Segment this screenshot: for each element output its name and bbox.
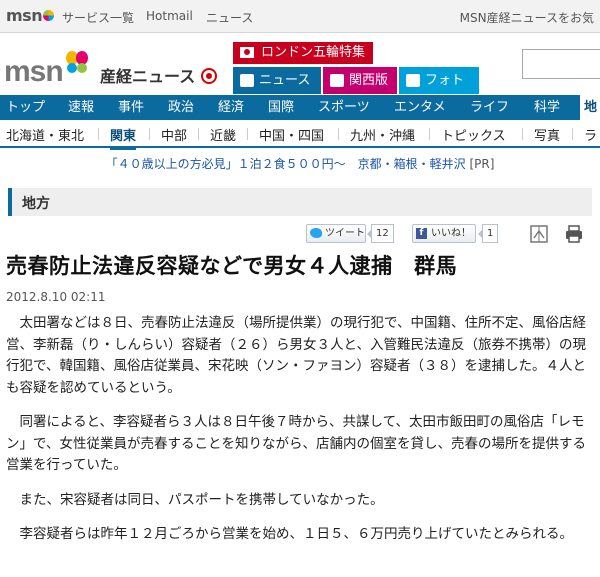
subnav-hokkaido-tohoku[interactable]: 北海道・東北 xyxy=(6,125,84,144)
article-headline: 売春防止法違反容疑などで男女４人逮捕 群馬 xyxy=(6,254,458,278)
camera-icon xyxy=(406,74,420,87)
search-input[interactable] xyxy=(522,49,600,79)
tweet-count: 12 xyxy=(367,224,394,243)
subnav-photo[interactable]: 写真 xyxy=(534,125,560,144)
divider xyxy=(338,128,339,140)
tab-photo[interactable]: フォト xyxy=(399,67,479,94)
promo-banner: 「４０歳以上の方必見」１泊２食５００円～ 京都・箱根・軽井沢 [PR] xyxy=(0,155,600,172)
tweet-button[interactable]: ツイート xyxy=(306,224,366,243)
section-title: 地方 xyxy=(22,196,50,212)
divider xyxy=(522,128,523,140)
olympics-special-link[interactable]: ロンドン五輪特集 xyxy=(233,42,373,64)
flag-icon xyxy=(240,47,254,58)
divider xyxy=(198,128,199,140)
nav-sports[interactable]: スポーツ xyxy=(318,95,370,120)
nav-seiji[interactable]: 政治 xyxy=(168,95,194,120)
main-nav: トップ 速報 事件 政治 経済 国際 スポーツ エンタメ ライフ 科学 地 xyxy=(0,95,600,120)
sankei-news-wordmark: 産経ニュース xyxy=(100,63,217,87)
subnav-chugoku-shikoku[interactable]: 中国・四国 xyxy=(259,125,324,144)
subnav-topics[interactable]: トピックス xyxy=(441,125,506,144)
facebook-icon: f xyxy=(416,228,427,239)
article-date: 2012.8.10 02:11 xyxy=(6,290,106,304)
divider xyxy=(429,128,430,140)
divider xyxy=(572,128,573,140)
nav-keizai[interactable]: 経済 xyxy=(218,95,244,120)
tab-kansai[interactable]: 関西版 xyxy=(323,67,397,94)
article-paragraph: 李容疑者らは昨年１２月ごろから営業を始め、１日５、６万円売り上げていたとみられる… xyxy=(19,526,574,542)
nav-entame[interactable]: エンタメ xyxy=(394,95,446,120)
bookmark-icon[interactable] xyxy=(528,223,550,245)
site-name-text: MSN産経ニュースをお気 xyxy=(459,11,594,25)
nav-top[interactable]: トップ xyxy=(6,95,45,120)
subnav-chubu[interactable]: 中部 xyxy=(161,125,187,144)
twitter-bird-icon xyxy=(310,228,322,238)
document-icon xyxy=(330,74,344,87)
newspaper-icon xyxy=(240,74,254,87)
subnav-kinki[interactable]: 近畿 xyxy=(210,125,236,144)
nav-kagaku[interactable]: 科学 xyxy=(534,95,560,120)
facebook-like-button[interactable]: f いいね！ xyxy=(412,224,476,243)
article-paragraph: 太田署などは８日、売春防止法違反（場所提供業）の現行犯で、中国籍、住所不定、風俗… xyxy=(6,315,586,396)
msn-logo-small[interactable]: msn xyxy=(6,6,55,25)
subnav-kanto[interactable]: 関東 xyxy=(110,125,137,150)
regional-sub-nav: 北海道・東北 関東 中部 近畿 中国・四国 九州・沖縄 トピックス 写真 ラ xyxy=(0,120,600,150)
top-utility-bar: msn サービス一覧 Hotmail ニュース MSN産経ニュースをお気 xyxy=(0,0,600,33)
section-header: 地方 xyxy=(8,188,592,216)
nav-life[interactable]: ライフ xyxy=(470,95,509,120)
subnav-more[interactable]: ラ xyxy=(584,125,597,144)
article-paragraph: また、宋容疑者は同日、パスポートを携帯していなかった。 xyxy=(19,491,384,508)
nav-kokusai[interactable]: 国際 xyxy=(268,95,294,120)
like-count: 1 xyxy=(477,224,499,243)
nav-chiho[interactable]: 地 xyxy=(580,95,600,120)
article-paragraph: 同署によると、李容疑者ら３人は８日午後７時から、共謀して、太田市飯田町の風俗店「… xyxy=(6,414,586,473)
nav-jiken[interactable]: 事件 xyxy=(118,95,144,120)
link-hotmail[interactable]: Hotmail xyxy=(146,9,193,23)
promo-link[interactable]: 「４０歳以上の方必見」１泊２食５００円～ 京都・箱根・軽井沢 xyxy=(106,157,466,171)
article-body: 太田署などは８日、売春防止法違反（場所提供業）の現行犯で、中国籍、住所不定、風俗… xyxy=(6,313,594,559)
butterfly-icon xyxy=(43,10,55,21)
msn-sankei-logo[interactable]: msn 産経ニュース xyxy=(4,51,217,91)
link-services[interactable]: サービス一覧 xyxy=(62,9,134,26)
sankei-sun-icon xyxy=(200,68,217,84)
nav-sokuho[interactable]: 速報 xyxy=(68,95,94,120)
tab-news[interactable]: ニュース xyxy=(233,67,321,94)
subnav-kyushu-okinawa[interactable]: 九州・沖縄 xyxy=(350,125,415,144)
print-icon[interactable] xyxy=(563,223,585,245)
link-news[interactable]: ニュース xyxy=(206,9,253,26)
divider xyxy=(149,128,150,140)
pr-label: [PR] xyxy=(469,157,495,171)
divider xyxy=(98,128,99,140)
divider xyxy=(247,128,248,140)
butterfly-icon xyxy=(66,51,88,73)
